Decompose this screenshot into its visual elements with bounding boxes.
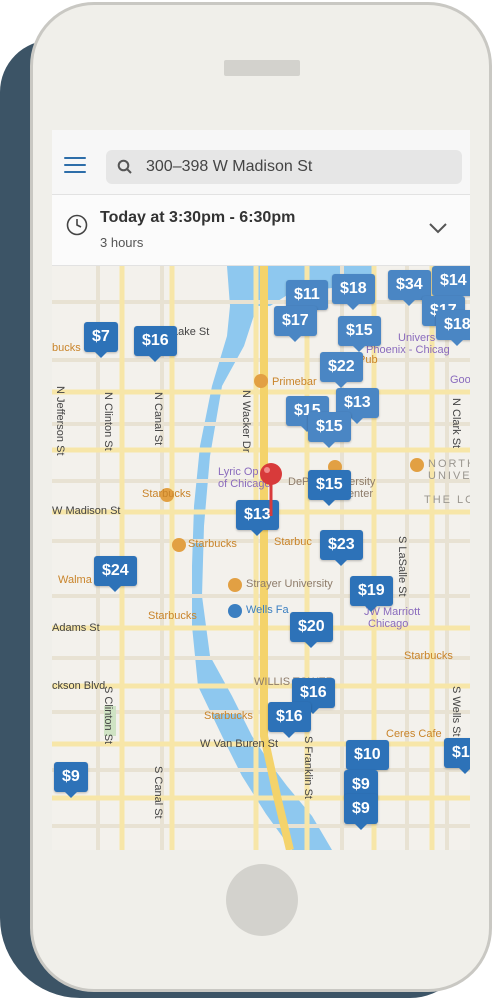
parking-price-pin[interactable]: $14 <box>432 266 470 302</box>
parking-price-pin[interactable]: $22 <box>320 352 363 388</box>
parking-price-pin[interactable]: $15 <box>308 412 351 448</box>
search-icon <box>117 159 132 174</box>
poi-starbucks-2: Starbucks <box>188 538 237 550</box>
parking-price-pin[interactable]: $15 <box>338 316 381 352</box>
poi-starbucks-3: Starbuc <box>274 536 312 548</box>
clock-icon <box>66 214 88 236</box>
poi-goo: Goo <box>450 374 470 386</box>
street-wells: S Wells St <box>450 686 462 737</box>
poi-chicago: Chicago <box>368 618 409 630</box>
parking-price-pin[interactable]: $15 <box>308 470 351 506</box>
poi-university: Univers <box>398 332 436 344</box>
parking-map[interactable]: Lake St N Jefferson St N Clinton St N Ca… <box>52 266 470 850</box>
parking-price-pin[interactable]: $16 <box>268 702 311 738</box>
university-icon <box>228 578 242 592</box>
street-jackson: ckson Blvd <box>52 680 106 692</box>
search-bar-header: 300–398 W Madison St <box>52 130 470 195</box>
poi-wells-fargo: Wells Fa <box>246 604 289 616</box>
parking-price-pin[interactable]: $17 <box>274 306 317 342</box>
street-adams: Adams St <box>52 622 100 634</box>
parking-price-pin[interactable]: $24 <box>94 556 137 592</box>
parking-price-pin[interactable]: $20 <box>290 612 333 648</box>
poi-lyric-opera: Lyric Op <box>218 466 259 478</box>
street-jefferson: N Jefferson St <box>54 386 66 456</box>
parking-price-pin[interactable]: $7 <box>84 322 118 358</box>
cafe-icon <box>172 538 186 552</box>
parking-price-pin[interactable]: $23 <box>320 530 363 566</box>
street-clark: N Clark St <box>450 398 462 449</box>
street-van-buren: W Van Buren St <box>200 738 279 750</box>
restaurant-icon <box>254 374 268 388</box>
parking-price-pin[interactable]: $16 <box>134 326 177 362</box>
search-field[interactable]: 300–398 W Madison St <box>106 150 462 184</box>
poi-starbucks-edge: bucks <box>52 342 81 354</box>
street-lasalle: S LaSalle St <box>396 536 408 597</box>
poi-starbucks-1: Starbucks <box>142 488 191 500</box>
app-screen: 300–398 W Madison St Today at 3:30pm - 6… <box>52 130 470 850</box>
street-clinton-s: S Clinton St <box>102 686 114 745</box>
poi-walmart: Walma <box>58 574 92 586</box>
phone-speaker <box>224 60 300 76</box>
restaurant-icon <box>410 458 424 472</box>
parking-price-pin[interactable]: $9 <box>344 794 378 830</box>
poi-starbucks-4: Starbucks <box>148 610 197 622</box>
duration-label: 3 hours <box>100 235 144 250</box>
parking-price-pin[interactable]: $10 <box>444 738 470 774</box>
bank-icon <box>228 604 242 618</box>
poi-primebar: Primebar <box>272 376 317 388</box>
parking-price-pin[interactable]: $9 <box>54 762 88 798</box>
street-madison: W Madison St <box>52 505 121 517</box>
street-wacker: N Wacker Dr <box>240 390 252 453</box>
poi-ceres-cafe: Ceres Cafe <box>386 728 442 740</box>
parking-price-pin[interactable]: $18 <box>332 274 375 310</box>
poi-starbucks-5: Starbucks <box>404 650 453 662</box>
hamburger-menu-icon[interactable] <box>64 157 86 173</box>
street-lake: Lake St <box>172 326 210 338</box>
home-button[interactable] <box>226 864 298 936</box>
parking-price-pin[interactable]: $19 <box>350 576 393 612</box>
poi-univer: UNIVER <box>428 470 470 482</box>
time-range: Today at 3:30pm - 6:30pm <box>100 209 296 226</box>
location-pin-icon[interactable] <box>258 462 284 518</box>
street-clinton-n: N Clinton St <box>102 392 114 451</box>
parking-price-pin[interactable]: $10 <box>346 740 389 776</box>
chevron-down-icon[interactable] <box>428 221 448 235</box>
poi-starbucks-6: Starbucks <box>204 710 253 722</box>
search-input[interactable]: 300–398 W Madison St <box>146 150 312 184</box>
poi-northwestern: NORTH <box>428 458 470 470</box>
street-canal-n: N Canal St <box>152 392 164 446</box>
parking-price-pin[interactable]: $18 <box>436 310 470 346</box>
time-selector[interactable]: Today at 3:30pm - 6:30pm 3 hours <box>52 195 470 266</box>
street-franklin: S Franklin St <box>302 736 314 799</box>
poi-loop: THE LO <box>424 494 470 506</box>
poi-strayer: Strayer University <box>246 578 333 590</box>
street-canal-s: S Canal St <box>152 766 164 819</box>
